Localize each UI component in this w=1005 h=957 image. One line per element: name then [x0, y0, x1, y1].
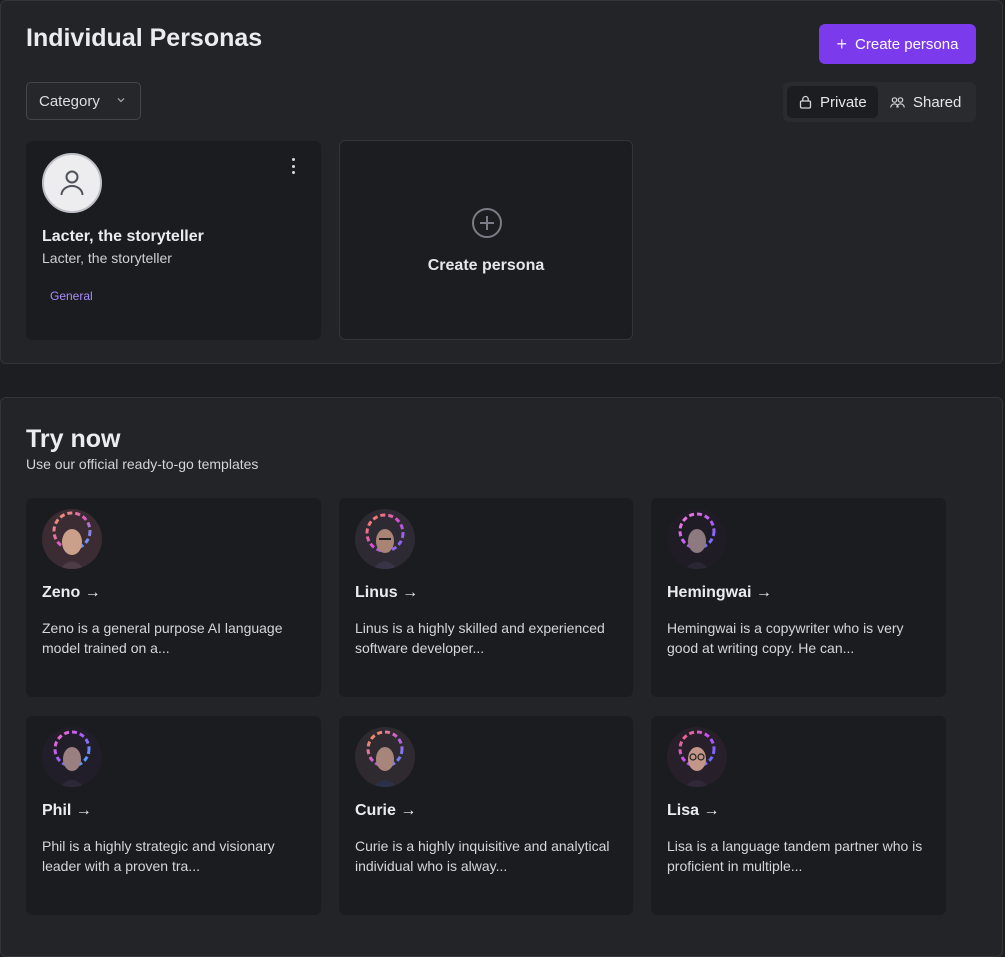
- template-description: Linus is a highly skilled and experience…: [355, 620, 605, 656]
- visibility-toggle: Private Shared: [783, 82, 976, 122]
- template-description: Zeno is a general purpose AI language mo…: [42, 620, 283, 656]
- toggle-private[interactable]: Private: [787, 86, 878, 118]
- create-persona-button[interactable]: + Create persona: [819, 24, 976, 64]
- template-description: Lisa is a language tandem partner who is…: [667, 838, 923, 874]
- plus-icon: +: [836, 34, 848, 54]
- chevron-down-icon: [117, 98, 125, 103]
- template-name: Zeno →: [42, 584, 101, 601]
- template-card-linus[interactable]: Linus → Linus is a highly skilled and ex…: [339, 498, 633, 697]
- avatar: [42, 727, 102, 787]
- avatar: [42, 153, 102, 213]
- template-name: Phil →: [42, 802, 92, 819]
- template-card-zeno[interactable]: Zeno → Zeno is a general purpose AI lang…: [26, 498, 321, 697]
- lock-icon: [799, 95, 812, 109]
- toggle-private-label: Private: [820, 93, 867, 111]
- template-card-hemingwai[interactable]: Hemingwai → Hemingwai is a copywriter wh…: [651, 498, 946, 697]
- template-description: Curie is a highly inquisitive and analyt…: [355, 838, 610, 874]
- avatar: [355, 727, 415, 787]
- persona-name: Lacter, the storyteller: [42, 228, 204, 245]
- template-name: Lisa →: [667, 802, 720, 819]
- toggle-shared-label: Shared: [913, 93, 962, 111]
- template-name: Curie →: [355, 802, 417, 819]
- create-persona-card-label: Create persona: [427, 257, 545, 274]
- users-icon: [890, 96, 905, 108]
- avatar: [42, 509, 102, 569]
- user-icon: [60, 170, 84, 196]
- template-name: Hemingwai →: [667, 584, 772, 601]
- template-name: Linus →: [355, 584, 419, 601]
- section-title: Try now: [26, 425, 121, 453]
- avatar: [355, 509, 415, 569]
- persona-card[interactable]: Lacter, the storyteller Lacter, the stor…: [26, 141, 321, 340]
- template-card-phil[interactable]: Phil → Phil is a highly strategic and vi…: [26, 716, 321, 915]
- plus-circle-icon: [472, 208, 502, 238]
- template-description: Hemingwai is a copywriter who is very go…: [667, 620, 904, 656]
- avatar: [667, 727, 727, 787]
- persona-subtitle: Lacter, the storyteller: [42, 250, 172, 266]
- template-card-lisa[interactable]: Lisa → Lisa is a language tandem partner…: [651, 716, 946, 915]
- create-persona-card[interactable]: Create persona: [339, 140, 633, 340]
- template-description: Phil is a highly strategic and visionary…: [42, 838, 275, 874]
- avatar: [667, 509, 727, 569]
- toggle-shared[interactable]: Shared: [880, 86, 972, 118]
- category-tag: General: [50, 289, 93, 303]
- create-persona-label: Create persona: [855, 35, 959, 53]
- more-options-icon[interactable]: [285, 155, 301, 177]
- template-card-curie[interactable]: Curie → Curie is a highly inquisitive an…: [339, 716, 633, 915]
- category-label: Category: [39, 92, 100, 110]
- page-title: Individual Personas: [26, 24, 263, 52]
- category-dropdown[interactable]: Category: [26, 82, 141, 120]
- section-subtitle: Use our official ready-to-go templates: [26, 456, 259, 472]
